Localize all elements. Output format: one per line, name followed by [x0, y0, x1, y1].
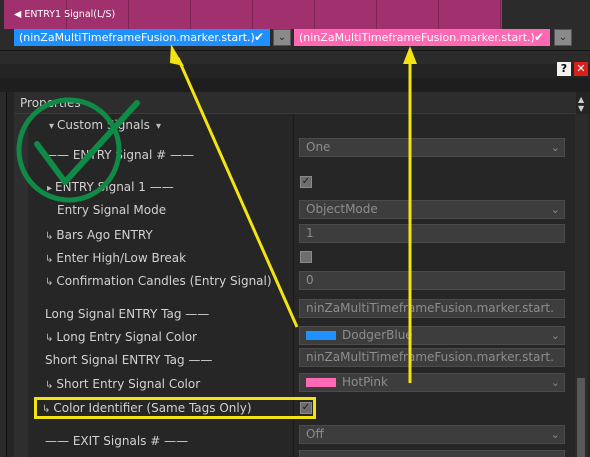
approval-check-icon: [16, 97, 140, 203]
arrow-to-long-tag: [170, 44, 299, 328]
arrow-to-short-tag: [403, 46, 417, 383]
annotation-overlay: [16, 44, 417, 383]
